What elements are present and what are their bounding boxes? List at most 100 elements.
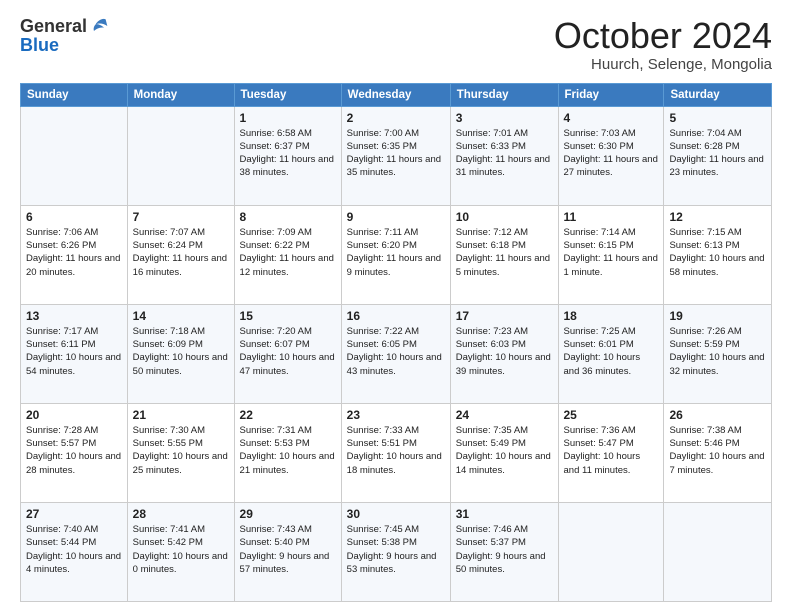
day-info: Daylight: 11 hours and 12 minutes. xyxy=(240,252,336,279)
day-info: Sunrise: 7:41 AM xyxy=(133,523,229,536)
day-info: Sunrise: 7:18 AM xyxy=(133,325,229,338)
week-row-3: 13Sunrise: 7:17 AMSunset: 6:11 PMDayligh… xyxy=(21,304,772,403)
calendar-cell: 14Sunrise: 7:18 AMSunset: 6:09 PMDayligh… xyxy=(127,304,234,403)
day-info: Daylight: 10 hours and 4 minutes. xyxy=(26,550,122,577)
days-header-row: SundayMondayTuesdayWednesdayThursdayFrid… xyxy=(21,83,772,106)
day-info: Sunset: 6:20 PM xyxy=(347,239,445,252)
day-info: Sunset: 5:59 PM xyxy=(669,338,766,351)
day-info: Sunset: 6:05 PM xyxy=(347,338,445,351)
day-number: 21 xyxy=(133,408,229,422)
day-info: Sunrise: 7:28 AM xyxy=(26,424,122,437)
calendar-cell xyxy=(558,502,664,601)
calendar-cell: 2Sunrise: 7:00 AMSunset: 6:35 PMDaylight… xyxy=(341,106,450,205)
day-info: Sunset: 5:57 PM xyxy=(26,437,122,450)
calendar-cell: 26Sunrise: 7:38 AMSunset: 5:46 PMDayligh… xyxy=(664,403,772,502)
day-info: Sunset: 6:35 PM xyxy=(347,140,445,153)
day-info: Sunrise: 7:22 AM xyxy=(347,325,445,338)
title-block: October 2024 Huurch, Selenge, Mongolia xyxy=(554,16,772,73)
day-info: Sunrise: 7:09 AM xyxy=(240,226,336,239)
calendar-cell: 15Sunrise: 7:20 AMSunset: 6:07 PMDayligh… xyxy=(234,304,341,403)
day-info: Sunrise: 7:30 AM xyxy=(133,424,229,437)
day-number: 19 xyxy=(669,309,766,323)
day-info: Daylight: 11 hours and 1 minute. xyxy=(564,252,659,279)
day-number: 20 xyxy=(26,408,122,422)
calendar-cell: 6Sunrise: 7:06 AMSunset: 6:26 PMDaylight… xyxy=(21,205,128,304)
calendar-cell: 28Sunrise: 7:41 AMSunset: 5:42 PMDayligh… xyxy=(127,502,234,601)
day-info: Sunset: 6:26 PM xyxy=(26,239,122,252)
day-info: Daylight: 10 hours and 47 minutes. xyxy=(240,351,336,378)
week-row-4: 20Sunrise: 7:28 AMSunset: 5:57 PMDayligh… xyxy=(21,403,772,502)
calendar-cell: 8Sunrise: 7:09 AMSunset: 6:22 PMDaylight… xyxy=(234,205,341,304)
day-info: Daylight: 10 hours and 28 minutes. xyxy=(26,450,122,477)
day-info: Sunrise: 7:15 AM xyxy=(669,226,766,239)
day-info: Daylight: 10 hours and 50 minutes. xyxy=(133,351,229,378)
calendar-cell: 9Sunrise: 7:11 AMSunset: 6:20 PMDaylight… xyxy=(341,205,450,304)
calendar-cell: 7Sunrise: 7:07 AMSunset: 6:24 PMDaylight… xyxy=(127,205,234,304)
day-number: 12 xyxy=(669,210,766,224)
day-number: 17 xyxy=(456,309,553,323)
calendar-cell: 21 Sunrise: 7:30 AMSunset: 5:55 PMDayligh… xyxy=(127,403,234,502)
day-info: Sunset: 6:30 PM xyxy=(564,140,659,153)
day-info: Daylight: 10 hours and 18 minutes. xyxy=(347,450,445,477)
location: Huurch, Selenge, Mongolia xyxy=(554,56,772,73)
calendar-cell: 30Sunrise: 7:45 AMSunset: 5:38 PMDayligh… xyxy=(341,502,450,601)
day-info: Sunset: 6:11 PM xyxy=(26,338,122,351)
day-info: Daylight: 11 hours and 38 minutes. xyxy=(240,153,336,180)
calendar-cell xyxy=(21,106,128,205)
day-info: Sunrise: 6:58 AM xyxy=(240,127,336,140)
calendar-cell: 29Sunrise: 7:43 AMSunset: 5:40 PMDayligh… xyxy=(234,502,341,601)
day-number: 13 xyxy=(26,309,122,323)
day-info: Sunset: 5:42 PM xyxy=(133,536,229,549)
day-number: 27 xyxy=(26,507,122,521)
day-number: 30 xyxy=(347,507,445,521)
day-info: Sunset: 6:13 PM xyxy=(669,239,766,252)
week-row-5: 27Sunrise: 7:40 AMSunset: 5:44 PMDayligh… xyxy=(21,502,772,601)
logo-general-text: General xyxy=(20,17,87,35)
day-info: Sunset: 5:55 PM xyxy=(133,437,229,450)
calendar-cell: 20 Sunrise: 7:28 AMSunset: 5:57 PMDayligh… xyxy=(21,403,128,502)
day-info: Sunset: 5:38 PM xyxy=(347,536,445,549)
calendar-cell: 4Sunrise: 7:03 AMSunset: 6:30 PMDaylight… xyxy=(558,106,664,205)
day-info: Daylight: 10 hours and 36 minutes. xyxy=(564,351,659,378)
day-header-monday: Monday xyxy=(127,83,234,106)
day-info: Daylight: 10 hours and 39 minutes. xyxy=(456,351,553,378)
logo-bird-icon xyxy=(89,16,109,36)
day-info: Daylight: 9 hours and 50 minutes. xyxy=(456,550,553,577)
day-info: Sunrise: 7:01 AM xyxy=(456,127,553,140)
day-info: Daylight: 10 hours and 14 minutes. xyxy=(456,450,553,477)
day-info: Daylight: 10 hours and 58 minutes. xyxy=(669,252,766,279)
day-info: Daylight: 11 hours and 5 minutes. xyxy=(456,252,553,279)
day-info: Sunrise: 7:00 AM xyxy=(347,127,445,140)
day-header-tuesday: Tuesday xyxy=(234,83,341,106)
calendar-cell: 11Sunrise: 7:14 AMSunset: 6:15 PMDayligh… xyxy=(558,205,664,304)
day-header-friday: Friday xyxy=(558,83,664,106)
day-info: Sunrise: 7:14 AM xyxy=(564,226,659,239)
day-info: Daylight: 10 hours and 25 minutes. xyxy=(133,450,229,477)
day-info: Sunset: 5:53 PM xyxy=(240,437,336,450)
day-info: Sunrise: 7:07 AM xyxy=(133,226,229,239)
calendar-cell xyxy=(127,106,234,205)
day-info: Sunrise: 7:33 AM xyxy=(347,424,445,437)
day-info: Sunrise: 7:25 AM xyxy=(564,325,659,338)
day-number: 9 xyxy=(347,210,445,224)
logo-blue-text: Blue xyxy=(20,35,59,55)
day-info: Sunset: 6:03 PM xyxy=(456,338,553,351)
calendar-table: SundayMondayTuesdayWednesdayThursdayFrid… xyxy=(20,83,772,602)
day-info: Sunrise: 7:46 AM xyxy=(456,523,553,536)
day-number: 3 xyxy=(456,111,553,125)
calendar-cell: 22Sunrise: 7:31 AMSunset: 5:53 PMDayligh… xyxy=(234,403,341,502)
day-info: Sunrise: 7:23 AM xyxy=(456,325,553,338)
day-info: Daylight: 11 hours and 31 minutes. xyxy=(456,153,553,180)
week-row-2: 6Sunrise: 7:06 AMSunset: 6:26 PMDaylight… xyxy=(21,205,772,304)
day-info: Sunset: 5:51 PM xyxy=(347,437,445,450)
day-info: Daylight: 11 hours and 16 minutes. xyxy=(133,252,229,279)
calendar-cell: 31Sunrise: 7:46 AMSunset: 5:37 PMDayligh… xyxy=(450,502,558,601)
day-number: 31 xyxy=(456,507,553,521)
calendar-cell: 12 Sunrise: 7:15 AMSunset: 6:13 PMDayligh… xyxy=(664,205,772,304)
day-number: 5 xyxy=(669,111,766,125)
day-number: 1 xyxy=(240,111,336,125)
day-info: Sunrise: 7:45 AM xyxy=(347,523,445,536)
day-info: Daylight: 10 hours and 0 minutes. xyxy=(133,550,229,577)
day-info: Sunset: 6:18 PM xyxy=(456,239,553,252)
calendar-cell: 23Sunrise: 7:33 AMSunset: 5:51 PMDayligh… xyxy=(341,403,450,502)
